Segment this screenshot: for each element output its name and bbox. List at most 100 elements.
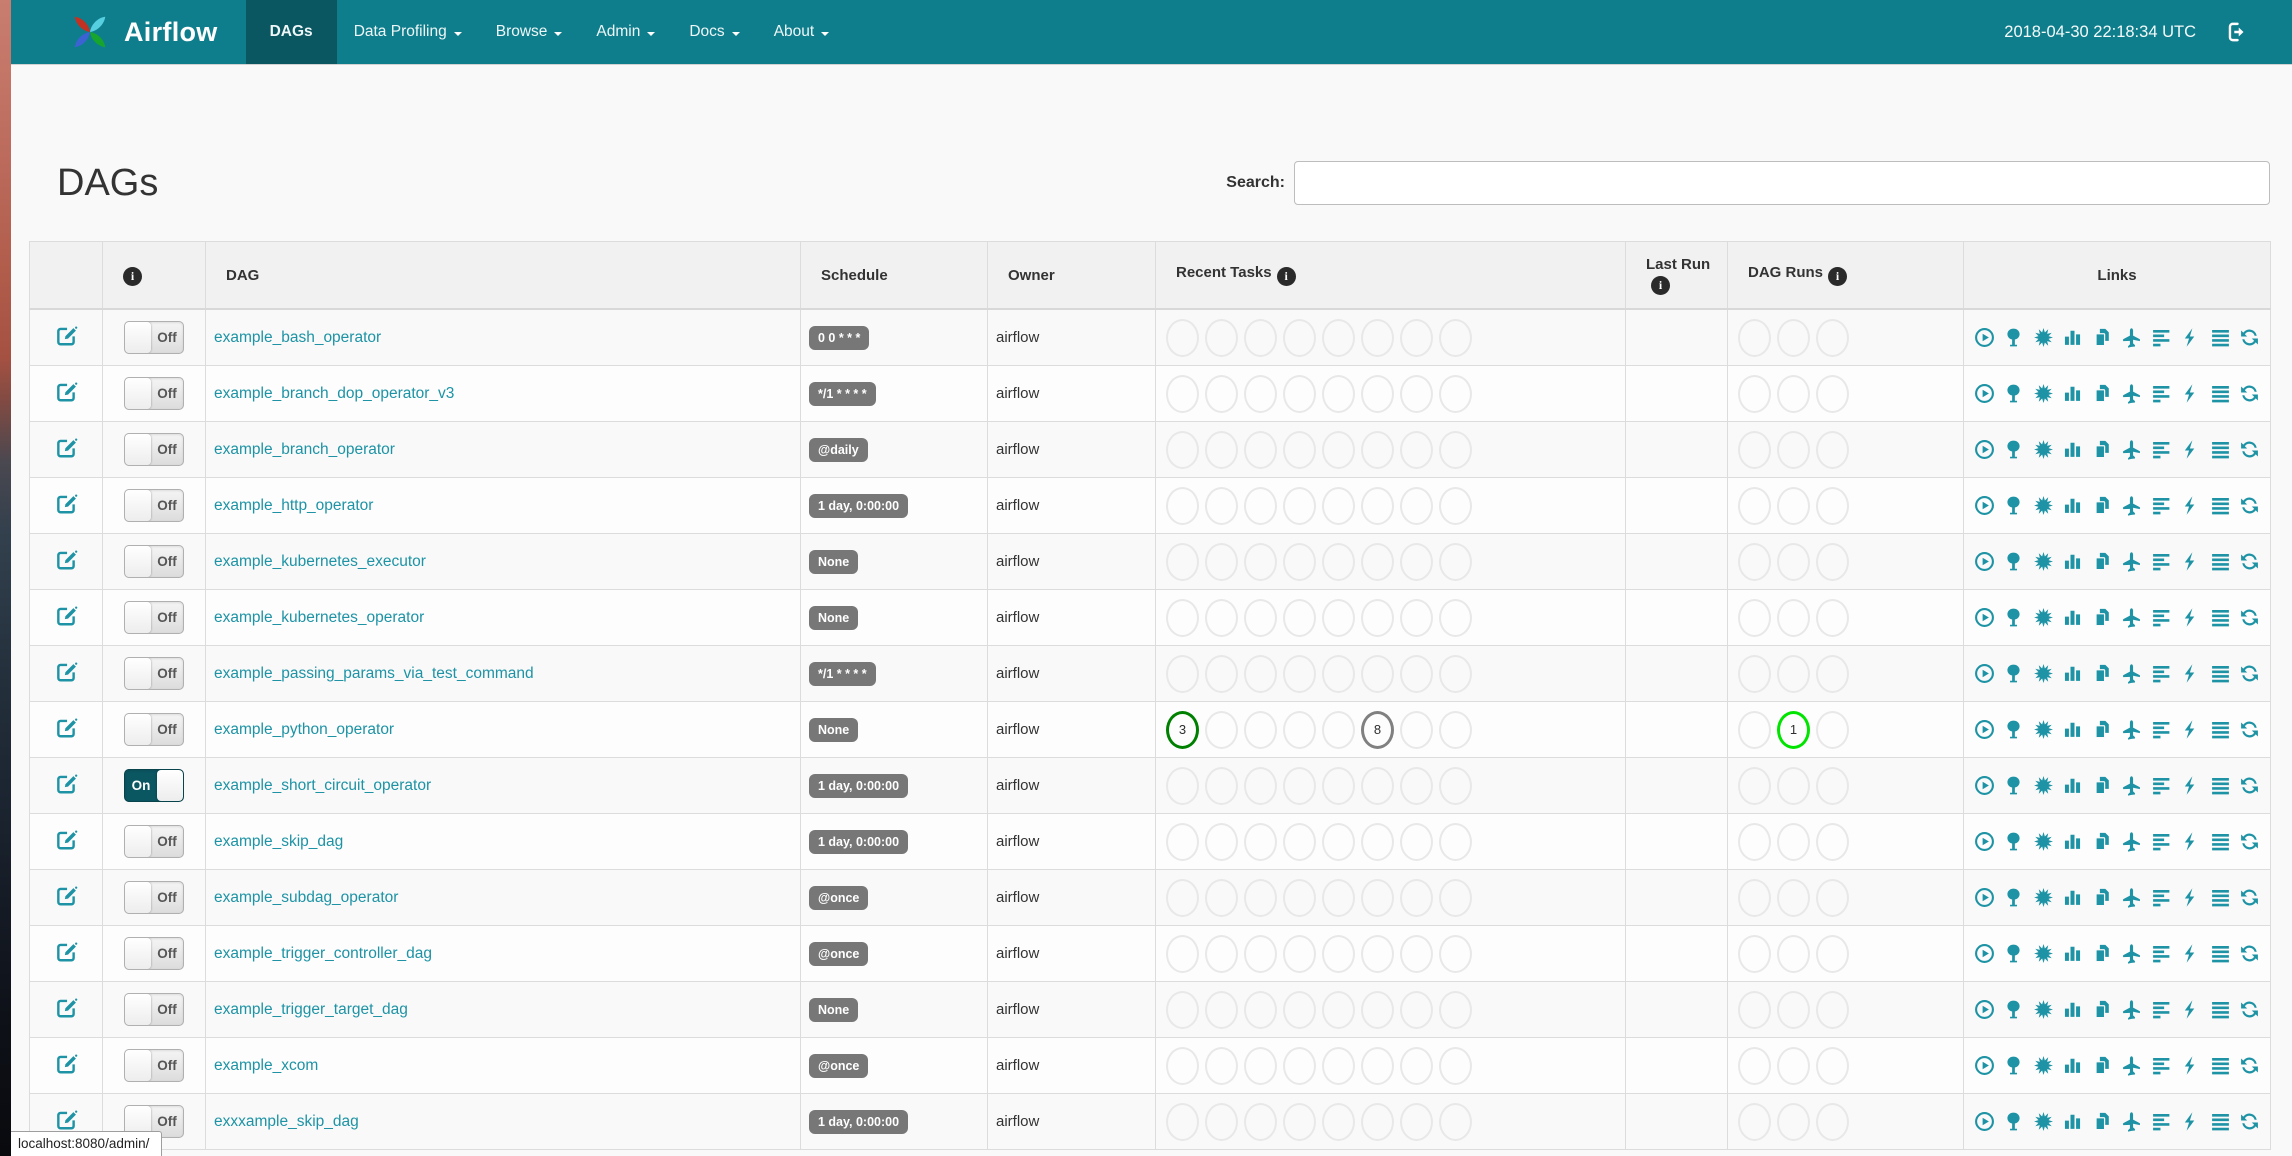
dag-pause-toggle[interactable]: Off <box>124 993 184 1026</box>
dag-run-state-circle[interactable] <box>1816 486 1849 525</box>
task-duration-icon[interactable] <box>2062 327 2083 348</box>
task-state-circle[interactable] <box>1361 1102 1394 1141</box>
tree-view-icon[interactable] <box>2003 943 2024 964</box>
refresh-icon[interactable] <box>2239 383 2260 404</box>
dag-pause-toggle[interactable]: Off <box>124 321 184 354</box>
task-state-circle[interactable] <box>1283 710 1316 749</box>
task-state-circle[interactable] <box>1400 542 1433 581</box>
dag-name-link[interactable]: example_python_operator <box>214 721 394 738</box>
task-state-circle[interactable] <box>1283 542 1316 581</box>
column-header-dag[interactable]: DAG <box>205 241 801 310</box>
task-state-circle[interactable] <box>1439 766 1472 805</box>
task-state-circle[interactable] <box>1400 1102 1433 1141</box>
task-state-circle[interactable] <box>1361 990 1394 1029</box>
tree-view-icon[interactable] <box>2003 831 2024 852</box>
tree-view-icon[interactable] <box>2003 719 2024 740</box>
code-view-icon[interactable] <box>2180 999 2201 1020</box>
task-state-circle[interactable] <box>1361 934 1394 973</box>
task-state-circle[interactable] <box>1322 822 1355 861</box>
task-state-circle[interactable] <box>1283 1046 1316 1085</box>
dag-run-state-circle[interactable] <box>1738 654 1771 693</box>
task-state-circle[interactable] <box>1205 486 1238 525</box>
task-state-circle[interactable] <box>1322 990 1355 1029</box>
refresh-icon[interactable] <box>2239 1111 2260 1132</box>
logs-icon[interactable] <box>2210 607 2231 628</box>
edit-dag-icon[interactable] <box>55 716 78 739</box>
task-state-circle[interactable] <box>1166 990 1199 1029</box>
logs-icon[interactable] <box>2210 999 2231 1020</box>
task-tries-icon[interactable] <box>2092 327 2113 348</box>
task-state-circle[interactable] <box>1361 542 1394 581</box>
task-state-circle[interactable] <box>1400 318 1433 357</box>
edit-dag-icon[interactable] <box>55 1052 78 1075</box>
task-state-circle[interactable] <box>1166 934 1199 973</box>
gantt-view-icon[interactable] <box>2151 383 2172 404</box>
task-state-circle[interactable] <box>1166 654 1199 693</box>
task-state-circle[interactable] <box>1283 318 1316 357</box>
trigger-dag-icon[interactable] <box>1974 999 1995 1020</box>
task-state-circle[interactable] <box>1283 374 1316 413</box>
tree-view-icon[interactable] <box>2003 1111 2024 1132</box>
task-state-circle[interactable] <box>1205 822 1238 861</box>
code-view-icon[interactable] <box>2180 327 2201 348</box>
dag-pause-toggle[interactable]: Off <box>124 545 184 578</box>
refresh-icon[interactable] <box>2239 1055 2260 1076</box>
task-state-circle[interactable] <box>1439 486 1472 525</box>
dag-run-state-circle[interactable] <box>1816 710 1849 749</box>
task-state-circle[interactable] <box>1322 542 1355 581</box>
task-state-circle[interactable] <box>1244 878 1277 917</box>
dag-run-state-circle[interactable] <box>1777 878 1810 917</box>
graph-view-icon[interactable] <box>2033 831 2054 852</box>
code-view-icon[interactable] <box>2180 495 2201 516</box>
dag-name-link[interactable]: example_subdag_operator <box>214 889 398 906</box>
logs-icon[interactable] <box>2210 831 2231 852</box>
refresh-icon[interactable] <box>2239 887 2260 908</box>
task-state-circle[interactable] <box>1244 710 1277 749</box>
column-header-schedule[interactable]: Schedule <box>800 241 988 310</box>
logs-icon[interactable] <box>2210 327 2231 348</box>
code-view-icon[interactable] <box>2180 719 2201 740</box>
dag-name-link[interactable]: example_skip_dag <box>214 833 343 850</box>
schedule-badge[interactable]: 1 day, 0:00:00 <box>809 1109 909 1134</box>
task-duration-icon[interactable] <box>2062 383 2083 404</box>
dag-run-state-circle[interactable] <box>1738 486 1771 525</box>
task-state-circle[interactable] <box>1205 430 1238 469</box>
task-state-circle[interactable] <box>1283 878 1316 917</box>
task-state-circle[interactable] <box>1322 1046 1355 1085</box>
edit-dag-icon[interactable] <box>55 492 78 515</box>
code-view-icon[interactable] <box>2180 551 2201 572</box>
dag-run-state-circle[interactable] <box>1816 542 1849 581</box>
task-state-circle[interactable] <box>1283 990 1316 1029</box>
task-state-circle[interactable] <box>1400 822 1433 861</box>
landing-times-icon[interactable] <box>2121 831 2142 852</box>
task-state-circle[interactable] <box>1166 766 1199 805</box>
dag-run-state-circle[interactable] <box>1777 654 1810 693</box>
task-duration-icon[interactable] <box>2062 831 2083 852</box>
column-header-dag-runs[interactable]: DAG Runs i <box>1727 241 1964 310</box>
task-state-circle[interactable] <box>1322 878 1355 917</box>
task-state-circle[interactable] <box>1322 766 1355 805</box>
task-state-circle[interactable] <box>1322 654 1355 693</box>
logs-icon[interactable] <box>2210 775 2231 796</box>
dag-run-state-circle[interactable] <box>1816 430 1849 469</box>
logs-icon[interactable] <box>2210 551 2231 572</box>
tree-view-icon[interactable] <box>2003 551 2024 572</box>
code-view-icon[interactable] <box>2180 607 2201 628</box>
dag-pause-toggle[interactable]: Off <box>124 937 184 970</box>
trigger-dag-icon[interactable] <box>1974 551 1995 572</box>
task-state-circle[interactable] <box>1361 598 1394 637</box>
refresh-icon[interactable] <box>2239 495 2260 516</box>
landing-times-icon[interactable] <box>2121 1055 2142 1076</box>
dag-name-link[interactable]: example_short_circuit_operator <box>214 777 431 794</box>
dag-name-link[interactable]: example_kubernetes_operator <box>214 609 424 626</box>
edit-dag-icon[interactable] <box>55 324 78 347</box>
trigger-dag-icon[interactable] <box>1974 439 1995 460</box>
task-tries-icon[interactable] <box>2092 551 2113 572</box>
task-state-circle[interactable] <box>1322 934 1355 973</box>
schedule-badge[interactable]: 1 day, 0:00:00 <box>809 773 909 798</box>
task-state-circle[interactable] <box>1244 430 1277 469</box>
tree-view-icon[interactable] <box>2003 439 2024 460</box>
tree-view-icon[interactable] <box>2003 1055 2024 1076</box>
dag-pause-toggle[interactable]: Off <box>124 489 184 522</box>
task-state-circle[interactable] <box>1439 1046 1472 1085</box>
